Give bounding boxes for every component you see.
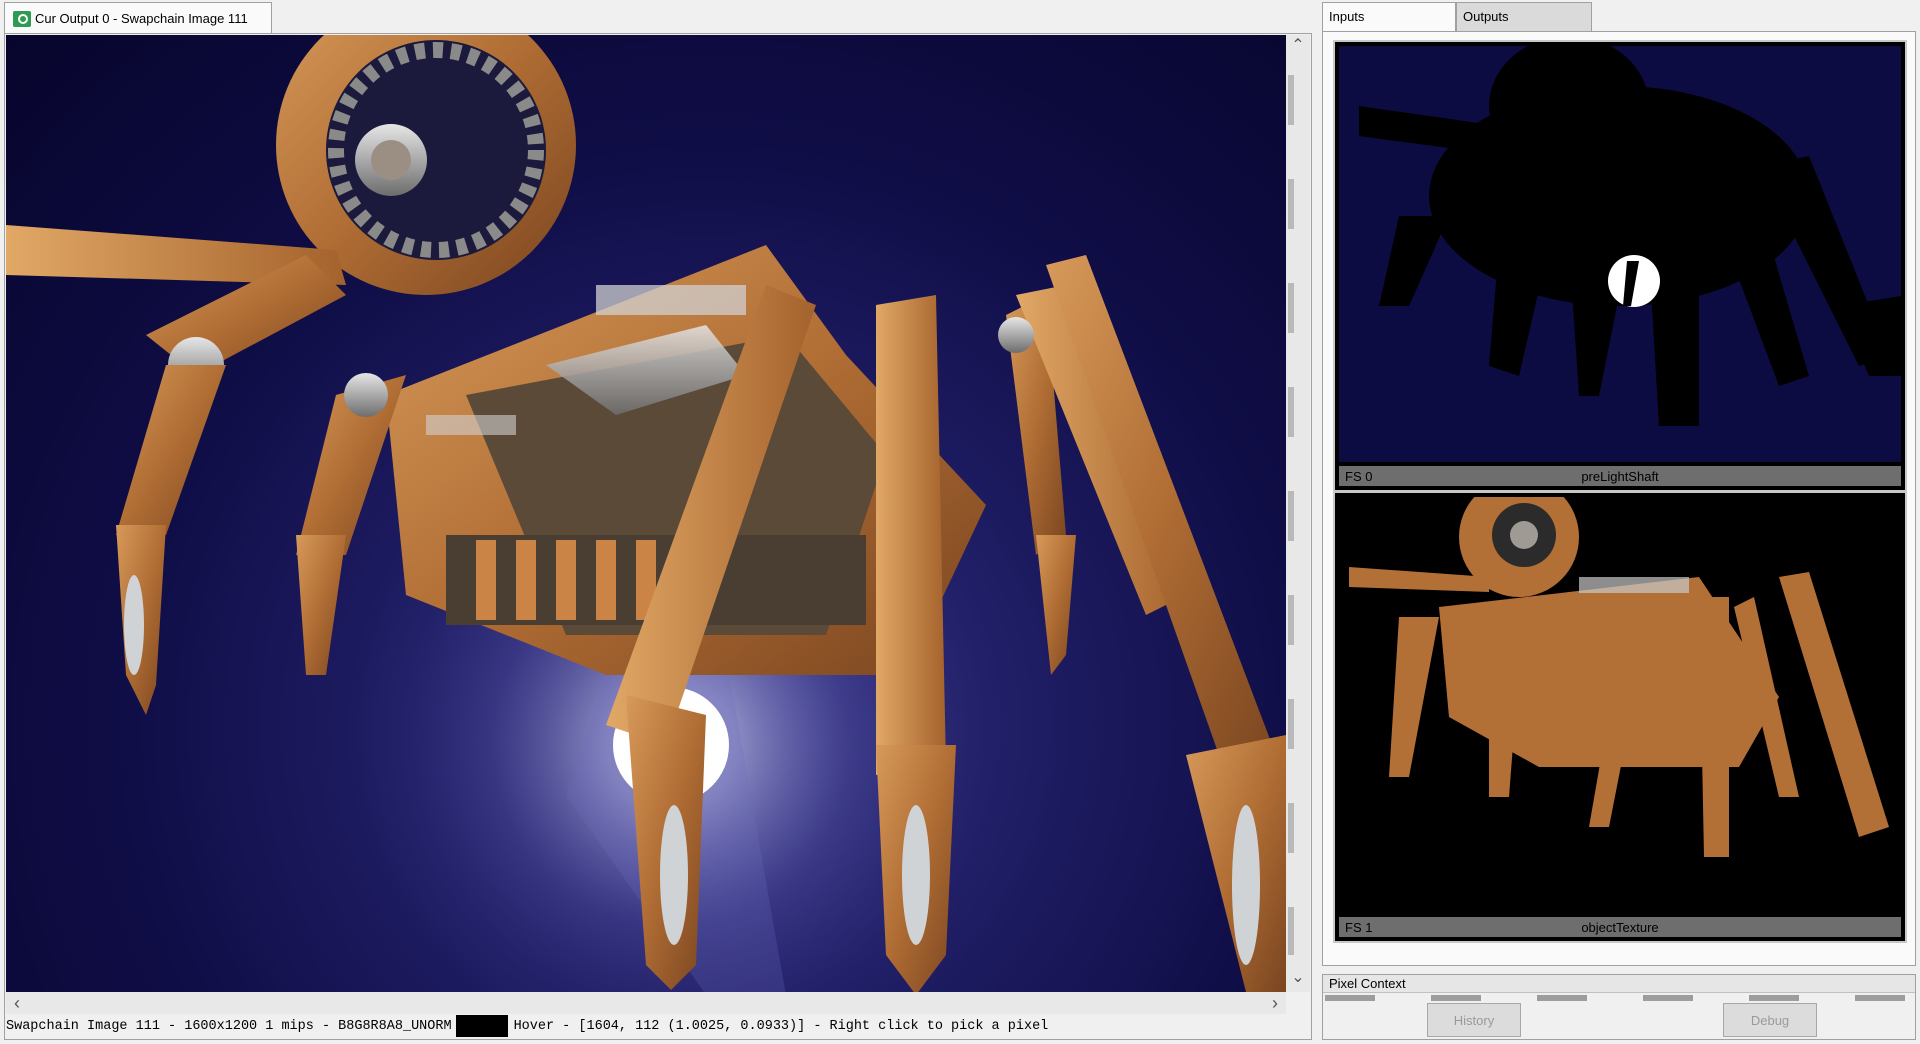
inputs-panel: FS 0 preLightShaft FS 1 objectTexture (1322, 31, 1916, 966)
thumbnail-fs1[interactable]: FS 1 objectTexture (1333, 491, 1907, 943)
texture-info-text: Swapchain Image 111 - 1600x1200 1 mips -… (6, 1018, 452, 1034)
tab-outputs-label: Outputs (1463, 9, 1509, 24)
scroll-left-icon[interactable]: ‹ (8, 994, 26, 1012)
tab-inputs-label: Inputs (1329, 9, 1365, 24)
pixel-context-title: Pixel Context (1323, 975, 1915, 993)
texture-viewer-icon (13, 11, 31, 27)
horizontal-scrollbar[interactable]: ‹ › (6, 992, 1286, 1014)
vertical-scroll-track[interactable] (1288, 75, 1294, 955)
vertical-scrollbar[interactable]: ⌃ ⌄ (1286, 35, 1310, 992)
hover-pixel-swatch (455, 1015, 508, 1037)
rendered-spider-robot-image (6, 35, 1286, 992)
scroll-right-icon[interactable]: › (1266, 994, 1284, 1012)
hover-info-text: Hover - [1604, 112 (1.0025, 0.0933)] - R… (513, 1018, 1049, 1034)
thumbnail-fs1-image (1339, 497, 1901, 913)
thumbnail-fs1-resource: objectTexture (1581, 919, 1659, 935)
texture-viewer-tab-label: Cur Output 0 - Swapchain Image 111 (35, 11, 248, 26)
thumbnail-fs0[interactable]: FS 0 preLightShaft (1333, 40, 1907, 492)
texture-viewer-frame: ⌃ ⌄ ‹ › Swapchain Image 111 - 1600x1200 … (4, 33, 1312, 1040)
scroll-down-icon[interactable]: ⌄ (1291, 970, 1305, 986)
tab-outputs[interactable]: Outputs (1456, 2, 1592, 32)
scroll-up-icon[interactable]: ⌃ (1291, 38, 1305, 54)
thumbnail-fs1-label-bar: FS 1 objectTexture (1339, 917, 1901, 937)
pixel-context-panel: Pixel Context History Debug (1322, 974, 1916, 1040)
thumbnail-fs0-image (1339, 46, 1901, 462)
debug-button[interactable]: Debug (1723, 1003, 1817, 1037)
thumbnail-fs0-resource: preLightShaft (1581, 468, 1659, 484)
thumbnail-fs0-label-bar: FS 0 preLightShaft (1339, 466, 1901, 486)
history-button[interactable]: History (1427, 1003, 1521, 1037)
tab-inputs[interactable]: Inputs (1322, 2, 1456, 32)
texture-viewer-tab[interactable]: Cur Output 0 - Swapchain Image 111 (4, 2, 272, 34)
pixel-context-preview (1325, 995, 1913, 1001)
texture-viewport[interactable] (6, 35, 1286, 992)
status-bar: Swapchain Image 111 - 1600x1200 1 mips -… (6, 1014, 1310, 1038)
